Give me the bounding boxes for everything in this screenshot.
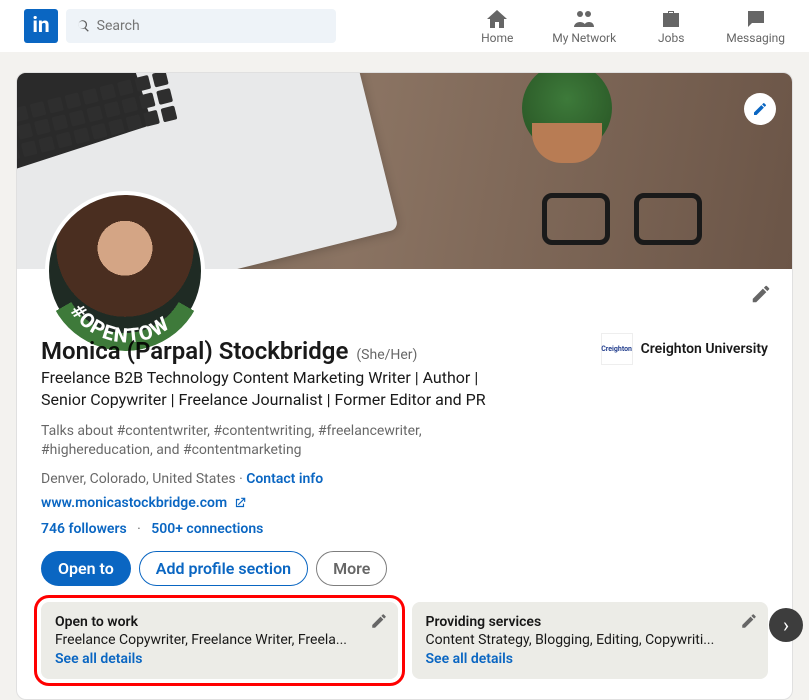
open-to-button[interactable]: Open to — [41, 551, 131, 586]
contact-info-link[interactable]: Contact info — [246, 471, 323, 487]
nav-messaging[interactable]: Messaging — [726, 7, 785, 45]
providing-services-card[interactable]: Providing services Content Strategy, Blo… — [412, 602, 769, 679]
card-title: Open to work — [55, 614, 384, 630]
linkedin-logo[interactable]: in — [24, 9, 58, 43]
see-details-link[interactable]: See all details — [426, 651, 513, 667]
nav-label: My Network — [552, 31, 616, 45]
home-icon — [485, 7, 509, 31]
location-text: Denver, Colorado, United States — [41, 471, 236, 487]
chevron-right-icon: › — [783, 613, 789, 637]
pencil-icon — [370, 612, 388, 630]
website-link[interactable]: www.monicastockbridge.com — [41, 495, 227, 511]
talks-about: Talks about #contentwriter, #contentwrit… — [41, 422, 521, 461]
nav-label: Jobs — [658, 31, 684, 45]
people-icon — [572, 7, 596, 31]
chat-icon — [744, 7, 768, 31]
nav-jobs[interactable]: Jobs — [646, 7, 696, 45]
pencil-icon — [752, 101, 768, 117]
profile-card: #OPENTOWORK Creighton Creighton Universi… — [16, 72, 793, 700]
scroll-right-button[interactable]: › — [769, 608, 803, 642]
edit-profile-button[interactable] — [750, 283, 772, 309]
nav-network[interactable]: My Network — [552, 7, 616, 45]
card-subtitle: Freelance Copywriter, Freelance Writer, … — [55, 632, 384, 648]
briefcase-icon — [659, 7, 683, 31]
card-subtitle: Content Strategy, Blogging, Editing, Cop… — [426, 632, 755, 648]
more-button[interactable]: More — [316, 551, 387, 586]
external-link-icon — [233, 496, 247, 510]
search-input[interactable] — [97, 18, 326, 34]
education-entry[interactable]: Creighton Creighton University — [601, 333, 768, 365]
nav-home[interactable]: Home — [472, 7, 522, 45]
open-to-work-card[interactable]: Open to work Freelance Copywriter, Freel… — [41, 602, 398, 679]
school-logo: Creighton — [601, 333, 633, 365]
add-profile-section-button[interactable]: Add profile section — [139, 551, 308, 586]
school-name: Creighton University — [641, 341, 768, 357]
see-details-link[interactable]: See all details — [55, 651, 142, 667]
edit-cover-button[interactable] — [744, 93, 776, 125]
profile-name: Monica (Parpal) Stockbridge — [41, 337, 348, 365]
profile-headline: Freelance B2B Technology Content Marketi… — [41, 367, 521, 412]
pencil-icon — [740, 612, 758, 630]
edit-card-button[interactable] — [740, 612, 758, 634]
search-container[interactable] — [66, 9, 336, 43]
nav-label: Home — [481, 31, 513, 45]
followers-link[interactable]: 746 followers — [41, 521, 127, 537]
connections-link[interactable]: 500+ connections — [151, 521, 263, 537]
search-icon — [76, 18, 91, 34]
edit-card-button[interactable] — [370, 612, 388, 634]
nav-items: Home My Network Jobs Messaging — [472, 7, 785, 45]
nav-label: Messaging — [726, 31, 785, 45]
top-navbar: in Home My Network Jobs Messaging — [0, 0, 809, 52]
card-title: Providing services — [426, 614, 755, 630]
pencil-icon — [750, 283, 772, 305]
profile-pronouns: (She/Her) — [356, 347, 417, 363]
